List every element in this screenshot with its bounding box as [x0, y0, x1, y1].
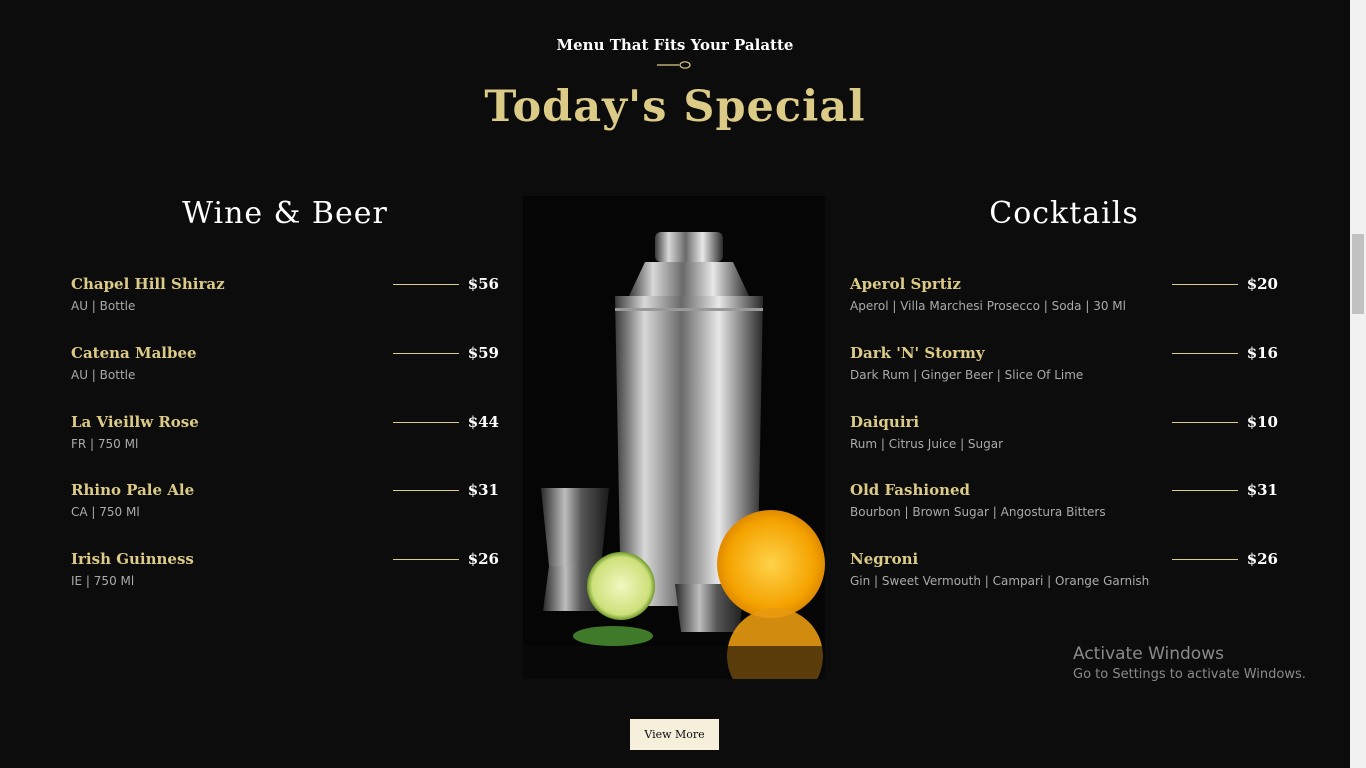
item-price: $31	[1246, 481, 1278, 499]
item-price: $44	[467, 413, 499, 431]
scrollbar-thumb[interactable]	[1352, 234, 1364, 314]
item-description: AU | Bottle	[71, 299, 136, 313]
divider	[1172, 559, 1238, 560]
page-title: Today's Special	[484, 82, 866, 132]
menu-item: Chapel Hill Shiraz $56 AU | Bottle	[71, 273, 499, 323]
item-price: $26	[1246, 550, 1278, 568]
item-description: IE | 750 Ml	[71, 574, 135, 588]
item-name: La Vieillw Rose	[71, 413, 199, 431]
item-name: Dark 'N' Stormy	[850, 344, 985, 362]
cocktail-shaker-image	[523, 196, 825, 679]
shaker-illustration	[523, 232, 825, 679]
divider	[393, 284, 459, 285]
menu-item: Daiquiri $10 Rum | Citrus Juice | Sugar	[850, 411, 1278, 461]
view-more-button[interactable]: View More	[630, 719, 719, 750]
divider	[393, 490, 459, 491]
spoon-icon	[657, 61, 691, 69]
cocktails-heading: Cocktails	[989, 196, 1139, 231]
section-subtitle: Menu That Fits Your Palatte	[556, 36, 794, 54]
divider	[1172, 284, 1238, 285]
vertical-scrollbar[interactable]	[1350, 0, 1366, 768]
item-description: AU | Bottle	[71, 368, 136, 382]
item-price: $10	[1246, 413, 1278, 431]
menu-item: Irish Guinness $26 IE | 750 Ml	[71, 548, 499, 598]
item-description: Rum | Citrus Juice | Sugar	[850, 437, 1004, 451]
item-name: Irish Guinness	[71, 550, 194, 568]
watermark-title: Activate Windows	[1073, 644, 1224, 664]
menu-item: Rhino Pale Ale $31 CA | 750 Ml	[71, 479, 499, 529]
item-name: Old Fashioned	[850, 481, 971, 499]
item-description: Bourbon | Brown Sugar | Angostura Bitter…	[850, 505, 1106, 519]
item-name: Rhino Pale Ale	[71, 481, 195, 499]
item-description: FR | 750 Ml	[71, 437, 139, 451]
divider	[1172, 490, 1238, 491]
menu-item: La Vieillw Rose $44 FR | 750 Ml	[71, 411, 499, 461]
item-name: Aperol Sprtiz	[850, 275, 961, 293]
item-price: $16	[1246, 344, 1278, 362]
item-name: Daiquiri	[850, 413, 920, 431]
item-price: $26	[467, 550, 499, 568]
divider	[1172, 422, 1238, 423]
watermark-subtitle: Go to Settings to activate Windows.	[1073, 667, 1306, 682]
item-price: $56	[467, 275, 499, 293]
item-price: $59	[467, 344, 499, 362]
item-price: $20	[1246, 275, 1278, 293]
item-description: Dark Rum | Ginger Beer | Slice Of Lime	[850, 368, 1084, 382]
menu-item: Catena Malbee $59 AU | Bottle	[71, 342, 499, 392]
item-description: CA | 750 Ml	[71, 505, 140, 519]
item-description: Gin | Sweet Vermouth | Campari | Orange …	[850, 574, 1150, 588]
menu-item: Old Fashioned $31 Bourbon | Brown Sugar …	[850, 479, 1278, 529]
divider	[393, 353, 459, 354]
activate-windows-watermark: Activate Windows Go to Settings to activ…	[1073, 643, 1306, 685]
item-name: Catena Malbee	[71, 344, 197, 362]
menu-item: Aperol Sprtiz $20 Aperol | Villa Marches…	[850, 273, 1278, 323]
divider	[1172, 353, 1238, 354]
page: Menu That Fits Your Palatte Today's Spec…	[0, 0, 1350, 768]
item-name: Chapel Hill Shiraz	[71, 275, 225, 293]
divider	[393, 422, 459, 423]
menu-item: Dark 'N' Stormy $16 Dark Rum | Ginger Be…	[850, 342, 1278, 392]
item-name: Negroni	[850, 550, 919, 568]
item-price: $31	[467, 481, 499, 499]
wine-beer-heading: Wine & Beer	[182, 196, 388, 231]
divider	[393, 559, 459, 560]
menu-item: Negroni $26 Gin | Sweet Vermouth | Campa…	[850, 548, 1278, 598]
item-description: Aperol | Villa Marchesi Prosecco | Soda …	[850, 299, 1126, 313]
